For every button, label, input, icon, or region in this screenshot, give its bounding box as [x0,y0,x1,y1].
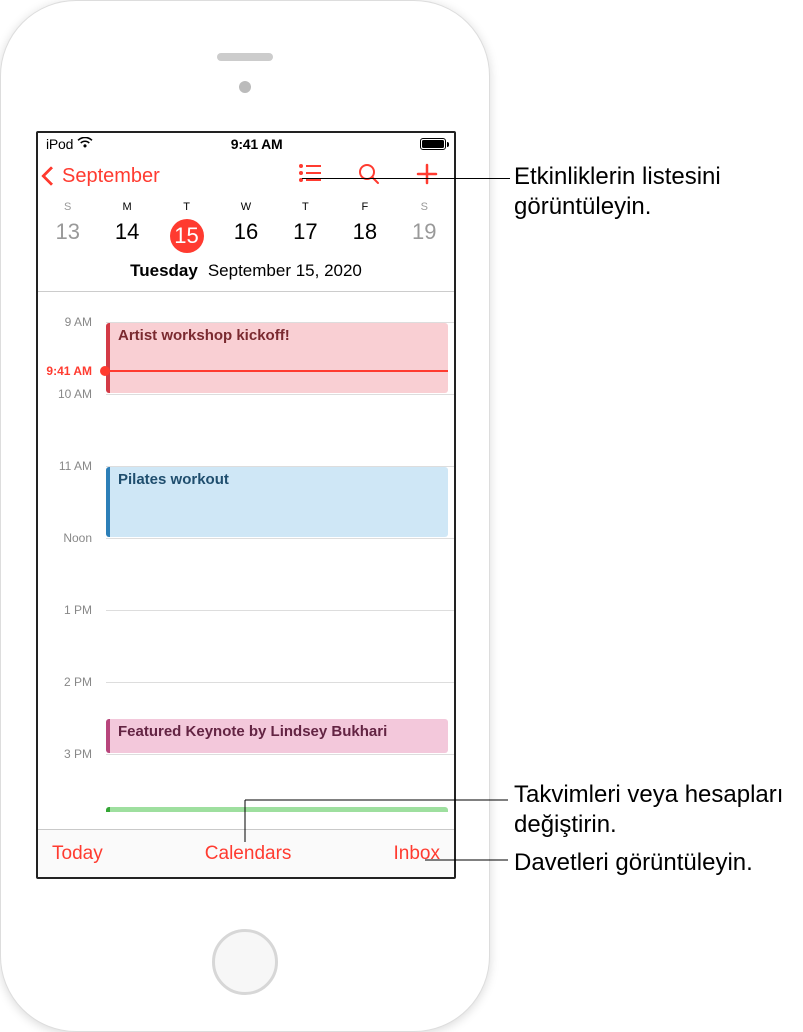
day-col[interactable]: T 17 [276,201,335,253]
hour-line [106,394,454,395]
day-letter: M [97,201,156,213]
day-number: 13 [38,219,97,245]
day-number: 14 [97,219,156,245]
hour-label: 10 AM [38,387,98,401]
back-button[interactable]: September [44,165,160,188]
hour-label: Noon [38,531,98,545]
add-icon[interactable] [416,163,438,190]
day-name: Tuesday [130,261,198,280]
speaker-grill [217,53,273,61]
hour-line [106,538,454,539]
calendar-event[interactable]: Featured Keynote by Lindsey Bukhari [106,719,448,753]
front-camera [239,81,251,93]
day-col[interactable]: T 15 [157,201,216,253]
callout-line-1 [302,178,510,179]
day-number: 16 [216,219,275,245]
hour-line [106,610,454,611]
day-number: 15 [170,219,204,253]
hour-line [106,466,454,467]
next-event-sliver[interactable] [106,807,448,812]
hour-label: 1 PM [38,603,98,617]
hour-line [106,754,454,755]
day-letter: T [157,201,216,213]
hour-line [106,682,454,683]
day-letter: T [276,201,335,213]
hour-label: 9 AM [38,315,98,329]
screen: iPod 9:41 AM September [36,131,456,879]
annotation-list-events: Etkinliklerin listesini görüntüleyin. [514,162,803,222]
status-time: 9:41 AM [231,136,283,152]
week-header: S13M14T15W16T17F18S19 [38,197,454,253]
hour-label: 11 AM [38,459,98,473]
search-icon[interactable] [358,163,380,190]
day-col[interactable]: S 19 [395,201,454,253]
day-letter: S [395,201,454,213]
inbox-button[interactable]: Inbox [394,843,440,865]
list-icon[interactable] [298,163,322,190]
day-col[interactable]: S 13 [38,201,97,253]
today-button[interactable]: Today [52,843,103,865]
status-bar: iPod 9:41 AM [38,133,454,155]
day-number: 18 [335,219,394,245]
day-letter: S [38,201,97,213]
device-frame: iPod 9:41 AM September [0,0,490,1032]
hour-label: 2 PM [38,675,98,689]
date-header: Tuesday September 15, 2020 [38,253,454,292]
carrier-label: iPod [46,136,73,152]
day-col[interactable]: W 16 [216,201,275,253]
calendar-event[interactable]: Artist workshop kickoff! [106,323,448,393]
chevron-left-icon [41,166,61,186]
back-label: September [62,165,160,188]
now-label: 9:41 AM [38,364,98,378]
timeline[interactable]: Artist workshop kickoff! Pilates workout F… [38,292,454,812]
day-col[interactable]: M 14 [97,201,156,253]
day-letter: F [335,201,394,213]
battery-icon [420,138,446,150]
home-button[interactable] [212,929,278,995]
day-col[interactable]: F 18 [335,201,394,253]
now-line-rule [103,370,448,372]
hour-line [106,322,454,323]
now-indicator: 9:41 AM [38,371,454,372]
calendars-button[interactable]: Calendars [205,843,292,865]
calendar-event[interactable]: Pilates workout [106,467,448,537]
hour-label: 3 PM [38,747,98,761]
annotation-change-calendars: Takvimleri veya hesapları değiştirin. [514,780,803,840]
date-rest: September 15, 2020 [208,261,362,280]
toolbar: Today Calendars Inbox [38,829,454,877]
wifi-icon [77,136,93,152]
day-letter: W [216,201,275,213]
day-number: 17 [276,219,335,245]
annotation-view-invites: Davetleri görüntüleyin. [514,848,753,878]
day-number: 19 [395,219,454,245]
nav-bar: September [38,155,454,197]
